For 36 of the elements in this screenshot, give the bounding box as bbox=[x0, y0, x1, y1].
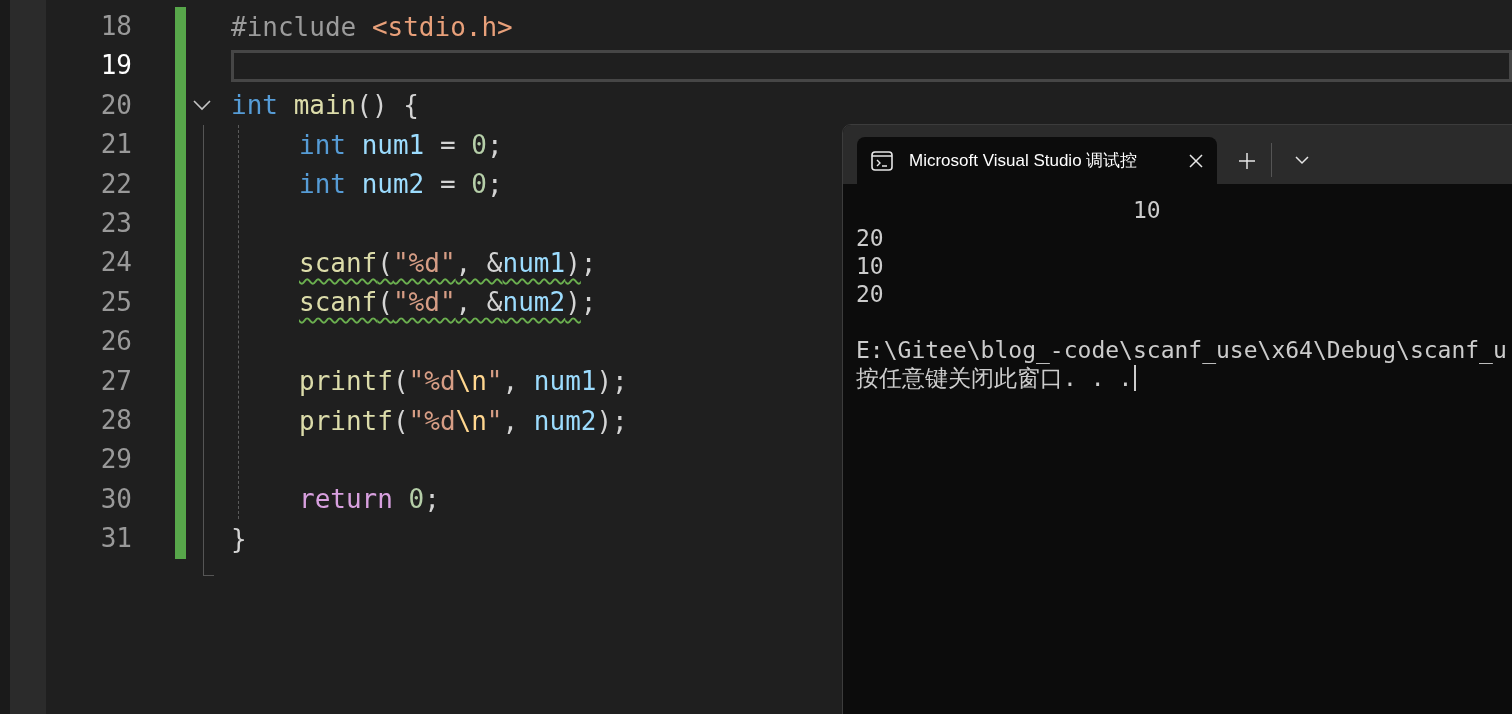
code-line: scanf("%d", &num2); bbox=[299, 287, 597, 318]
plus-icon bbox=[1239, 152, 1255, 169]
console-tab[interactable]: Microsoft Visual Studio 调试控 bbox=[857, 137, 1217, 184]
line-number: 18 bbox=[99, 10, 132, 43]
line-number: 29 bbox=[99, 443, 132, 477]
console-line: 10 bbox=[1131, 197, 1161, 223]
line-number: 31 bbox=[99, 522, 132, 556]
line-number: 24 bbox=[99, 246, 132, 280]
console-line: 20 bbox=[856, 225, 884, 251]
line-number: 20 bbox=[99, 88, 132, 122]
code-line: scanf("%d", &num1); bbox=[299, 248, 597, 279]
close-icon[interactable] bbox=[1189, 153, 1203, 168]
code-line: printf("%d\n", num1); bbox=[299, 366, 628, 397]
code-line: } bbox=[231, 523, 247, 554]
code-line: return 0; bbox=[299, 484, 440, 515]
line-number: 28 bbox=[99, 403, 132, 437]
line-number: 26 bbox=[99, 325, 132, 359]
code-line: int num2 = 0; bbox=[299, 169, 503, 200]
code-line: int num1 = 0; bbox=[299, 129, 503, 160]
code-line: int main() { bbox=[231, 90, 419, 121]
line-number: 30 bbox=[99, 482, 132, 516]
line-number: 23 bbox=[99, 206, 132, 240]
code-line: printf("%d\n", num2); bbox=[299, 405, 628, 436]
chevron-icon[interactable] bbox=[192, 99, 212, 112]
console-line: E:\Gitee\blog_-code\scanf_use\x64\Debug\scanf_u bbox=[856, 337, 1507, 363]
chevron-icon bbox=[1295, 156, 1309, 165]
line-number: 21 bbox=[99, 128, 132, 162]
line-number: 19 bbox=[99, 49, 132, 83]
console-line: 10 bbox=[856, 253, 884, 279]
console-line: 20 bbox=[856, 281, 884, 307]
line-number: 27 bbox=[99, 364, 132, 398]
line-number: 25 bbox=[99, 285, 132, 319]
code-line: #include <stdio.h> bbox=[231, 11, 513, 42]
console-line: 按任意键关闭此窗口. . . bbox=[856, 364, 1133, 393]
terminal-icon bbox=[871, 150, 893, 171]
line-number: 22 bbox=[99, 167, 132, 201]
